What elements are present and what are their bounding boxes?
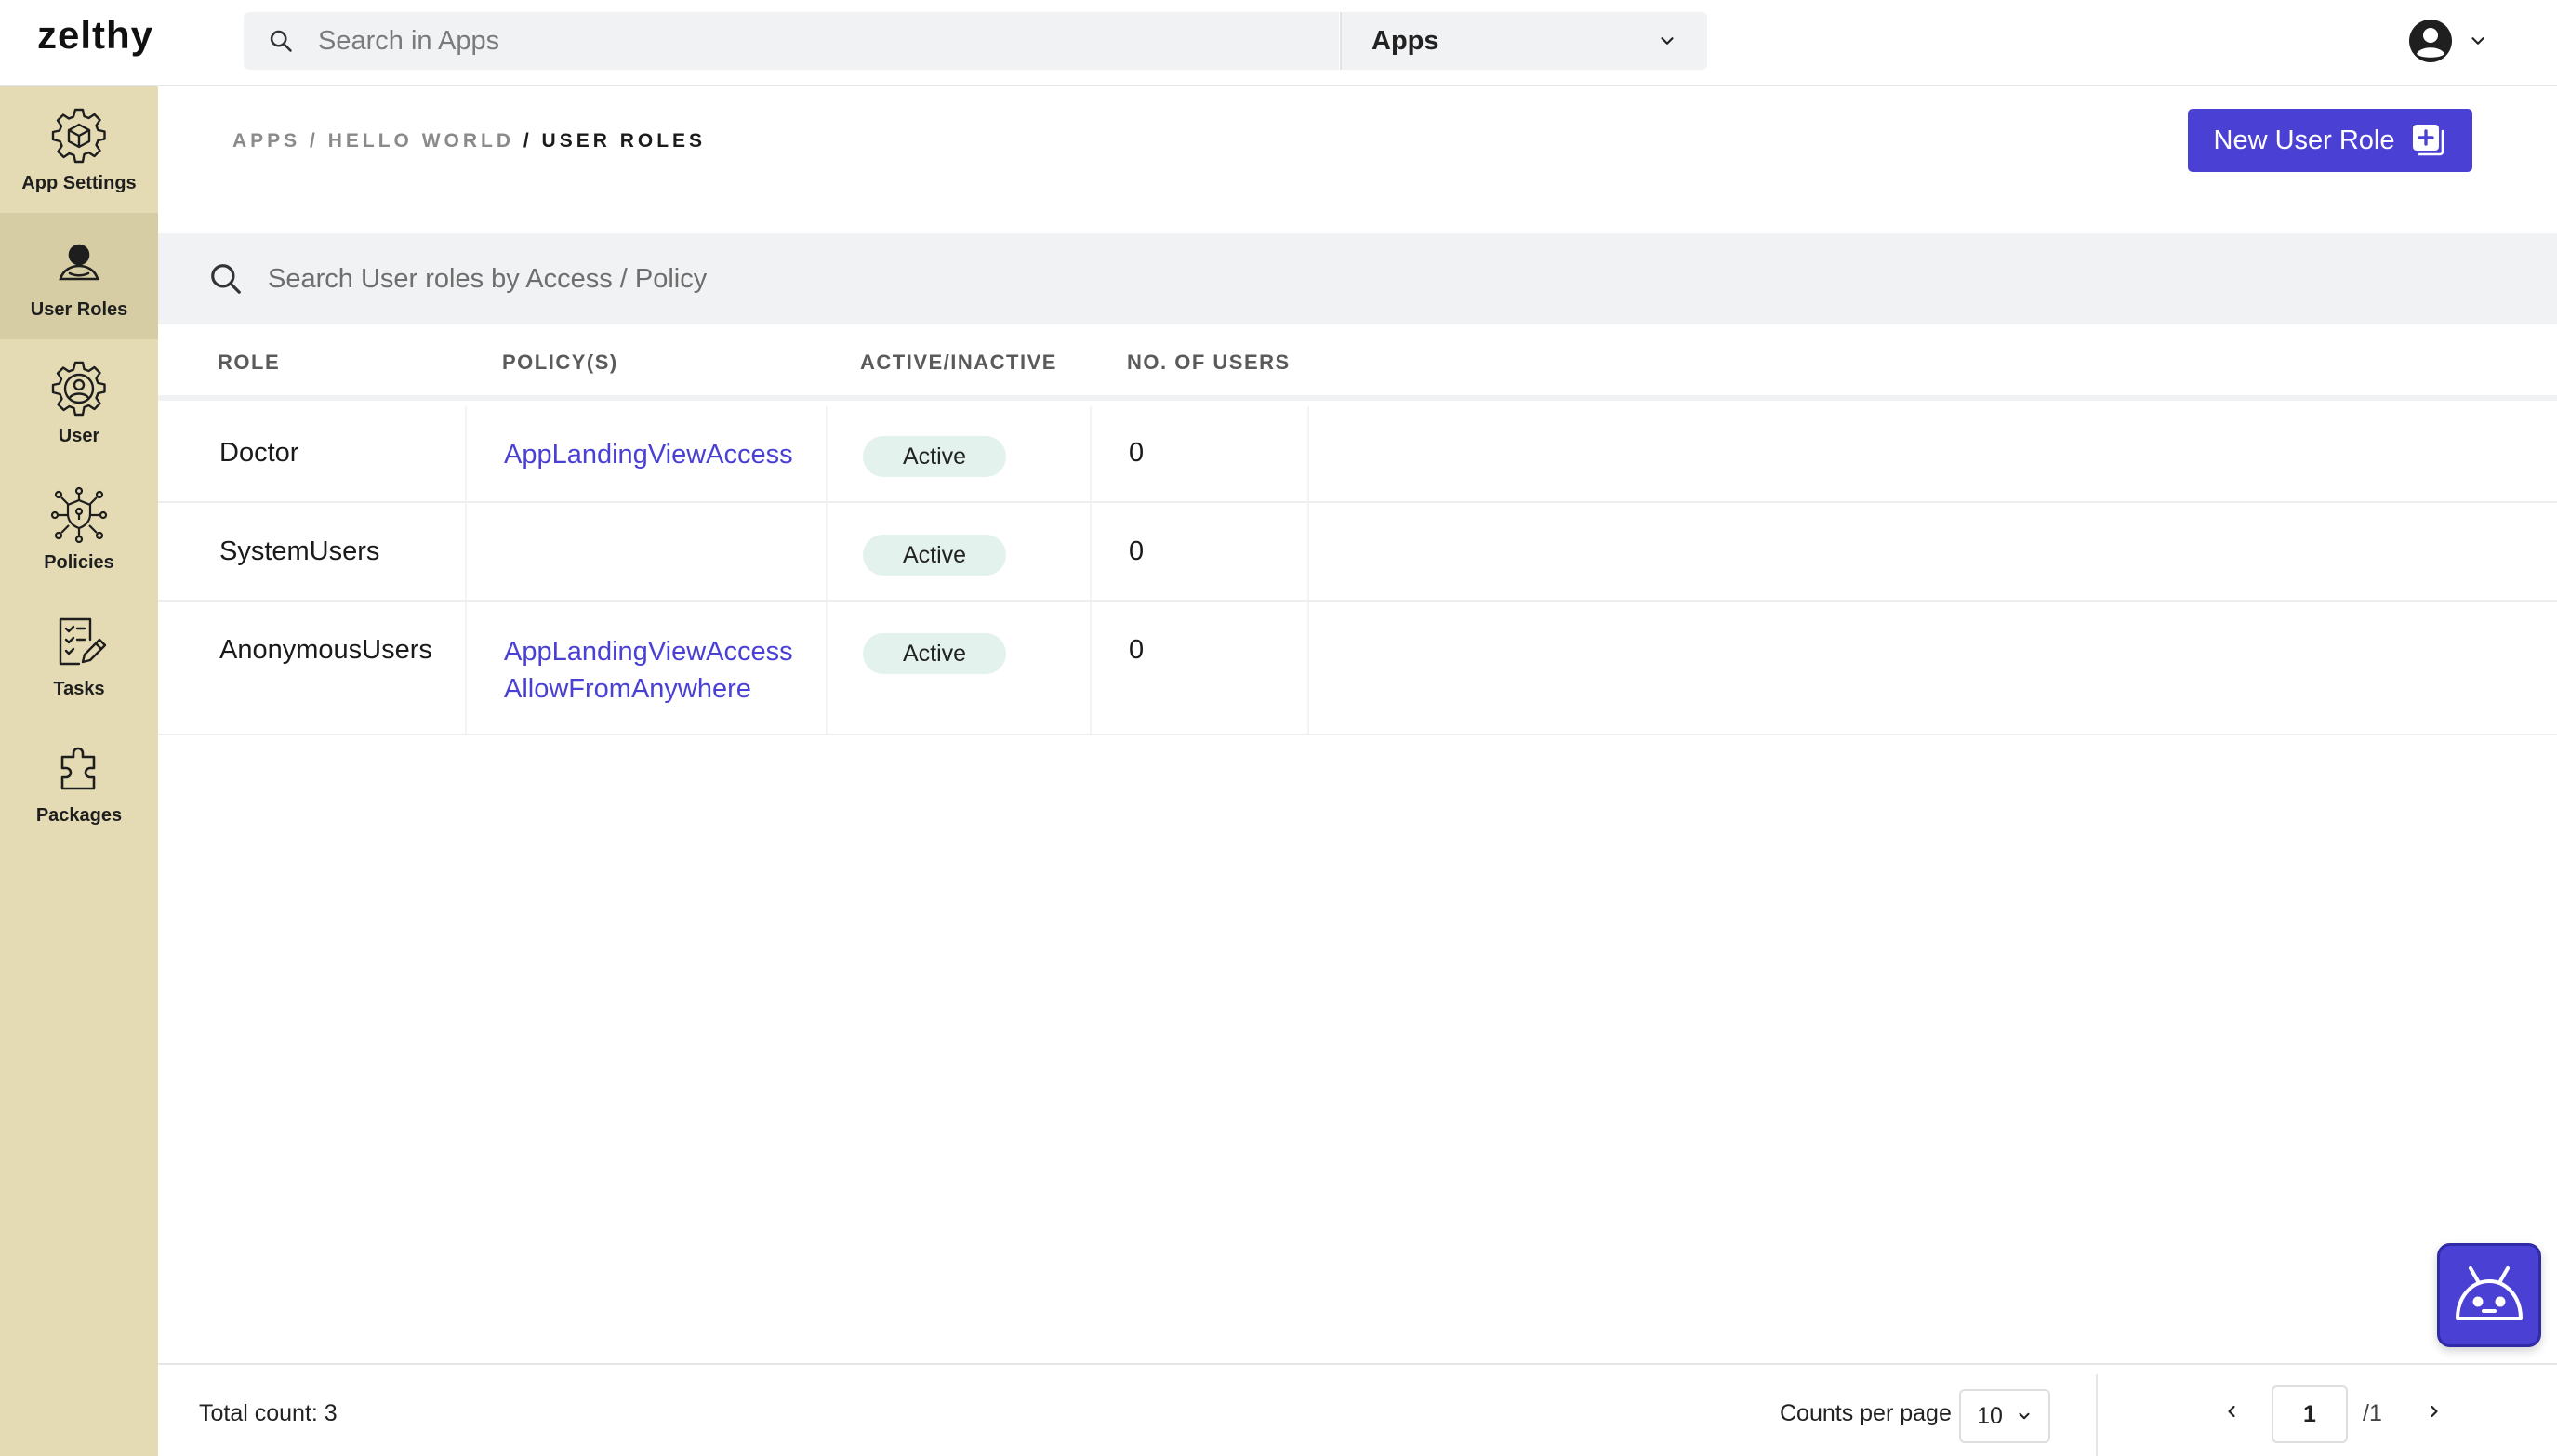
total-count: Total count: 3: [199, 1400, 338, 1426]
search-icon: [270, 30, 292, 52]
user-count: 0: [1129, 635, 1145, 665]
new-user-role-button[interactable]: New User Role: [2188, 109, 2472, 172]
user-roles-search[interactable]: [158, 233, 2557, 324]
counts-per-page-select[interactable]: 10: [1959, 1389, 2050, 1443]
user-count: 0: [1129, 536, 1145, 566]
chevron-right-icon: [2431, 1405, 2438, 1418]
status-badge: Active: [863, 535, 1006, 576]
policy-list: AppLandingViewAccess AllowFromAnywhere: [504, 633, 793, 708]
status-badge: Active: [863, 633, 1006, 674]
user-gear-icon: [51, 361, 106, 416]
sidebar-item-label: Tasks: [53, 678, 105, 699]
sidebar-item-tasks[interactable]: Tasks: [0, 592, 158, 719]
puzzle-icon: [60, 747, 96, 789]
chevron-left-icon: [2228, 1405, 2235, 1418]
zelthy-logo[interactable]: zelthy: [37, 13, 153, 58]
column-header-users[interactable]: NO. OF USERS: [1127, 351, 1291, 375]
column-divider: [1307, 602, 1309, 734]
sidebar-item-policies[interactable]: Policies: [0, 466, 158, 592]
new-user-role-label: New User Role: [2213, 125, 2395, 155]
table-row[interactable]: AnonymousUsers AppLandingViewAccess Allo…: [158, 602, 2557, 735]
breadcrumb-app-name[interactable]: HELLO WORLD: [328, 130, 514, 152]
gear-cube-icon: [51, 108, 106, 163]
role-name: AnonymousUsers: [219, 635, 432, 665]
column-header-role[interactable]: ROLE: [218, 351, 280, 375]
column-header-policies[interactable]: POLICY(S): [502, 351, 618, 375]
next-page-button[interactable]: [2416, 1393, 2453, 1430]
assistant-bot-button[interactable]: [2437, 1243, 2541, 1347]
robot-icon: [2456, 1266, 2523, 1320]
table-row[interactable]: SystemUsers Active 0: [158, 503, 2557, 602]
chevron-down-icon: [2471, 37, 2484, 45]
search-icon: [211, 264, 241, 294]
top-bar: zelthy Apps: [0, 0, 2557, 86]
column-divider: [465, 503, 467, 600]
user-menu[interactable]: [2408, 19, 2488, 63]
chevron-down-icon: [1661, 37, 1674, 45]
counts-per-page-value: 10: [1977, 1402, 2003, 1429]
sidebar-item-label: User: [58, 425, 100, 446]
page-total: /1: [2363, 1400, 2382, 1426]
apps-dropdown-value: Apps: [1371, 25, 1439, 56]
sidebar-item-label: Policies: [44, 551, 114, 573]
sidebar-item-packages[interactable]: Packages: [0, 719, 158, 845]
chevron-down-icon: [2019, 1412, 2030, 1420]
breadcrumb-separator: /: [300, 130, 328, 152]
column-divider: [465, 406, 467, 501]
counts-per-page-label: Counts per page: [1780, 1400, 1952, 1426]
role-name: Doctor: [219, 438, 299, 468]
policy-list: AppLandingViewAccess: [504, 436, 793, 473]
policy-link[interactable]: AppLandingViewAccess: [504, 436, 793, 473]
global-search[interactable]: [244, 12, 1339, 70]
column-divider: [826, 406, 828, 501]
column-divider: [1307, 406, 1309, 501]
breadcrumb-apps[interactable]: APPS: [232, 130, 300, 152]
user-roles-search-input[interactable]: [268, 263, 1384, 295]
table-footer: Total count: 3 Counts per page 10 /1: [158, 1363, 2557, 1456]
avatar-icon: [2409, 20, 2452, 62]
column-divider: [1307, 503, 1309, 600]
page-number-input[interactable]: [2272, 1385, 2348, 1443]
column-divider: [1090, 602, 1092, 734]
policy-link[interactable]: AppLandingViewAccess: [504, 633, 793, 670]
global-search-input[interactable]: [318, 25, 1155, 57]
add-square-icon: [2412, 125, 2444, 156]
breadcrumb: APPS / HELLO WORLD / USER ROLES: [232, 130, 706, 152]
status-badge: Active: [863, 436, 1006, 477]
policy-link[interactable]: AllowFromAnywhere: [504, 670, 793, 708]
task-list-icon: [59, 617, 107, 665]
user-count: 0: [1129, 438, 1145, 468]
sidebar-item-user-roles[interactable]: User Roles: [0, 213, 158, 339]
column-divider: [1090, 503, 1092, 600]
table-row[interactable]: Doctor AppLandingViewAccess Active 0: [158, 406, 2557, 503]
breadcrumb-separator: /: [514, 130, 542, 152]
apps-dropdown[interactable]: Apps: [1340, 12, 1707, 70]
footer-divider: [2096, 1374, 2098, 1456]
user-role-icon: [59, 244, 99, 280]
column-divider: [465, 602, 467, 734]
breadcrumb-current: USER ROLES: [541, 130, 707, 152]
policy-network-icon: [50, 486, 108, 543]
column-divider: [1090, 406, 1092, 501]
sidebar: App Settings User Roles User Policies Ta…: [0, 86, 158, 1456]
table-header: ROLE POLICY(S) ACTIVE/INACTIVE NO. OF US…: [158, 324, 2557, 401]
previous-page-button[interactable]: [2213, 1393, 2250, 1430]
column-divider: [826, 602, 828, 734]
role-name: SystemUsers: [219, 536, 380, 566]
sidebar-item-label: User Roles: [30, 298, 128, 320]
column-header-status[interactable]: ACTIVE/INACTIVE: [860, 351, 1057, 375]
sidebar-item-app-settings[interactable]: App Settings: [0, 86, 158, 213]
column-divider: [826, 503, 828, 600]
sidebar-item-user[interactable]: User: [0, 339, 158, 466]
sidebar-item-label: Packages: [35, 804, 123, 826]
sidebar-item-label: App Settings: [21, 172, 137, 193]
